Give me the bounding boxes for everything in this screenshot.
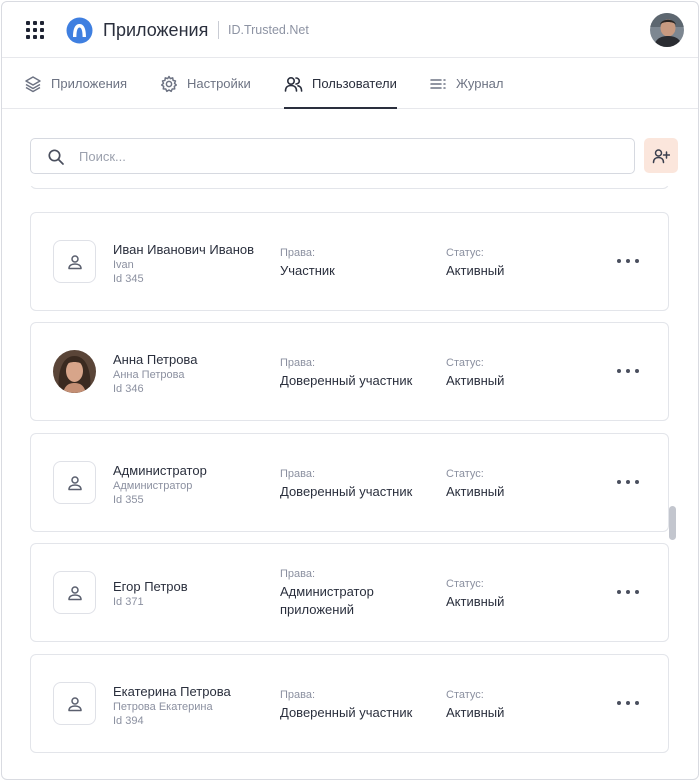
avatar: [53, 240, 96, 283]
rights-label: Права:: [280, 568, 316, 580]
current-user-avatar[interactable]: [650, 13, 684, 47]
person-icon: [67, 585, 82, 600]
status-value: Активный: [446, 373, 505, 388]
status-value: Активный: [446, 484, 505, 499]
status-label: Статус:: [446, 689, 484, 701]
user-card[interactable]: Екатерина Петрова Петрова Екатерина Id 3…: [30, 654, 669, 753]
rights-value: Доверенный участник: [280, 705, 413, 720]
user-card[interactable]: Егор Петров Id 371 Права: Администратор …: [30, 543, 669, 642]
tab-label: Настройки: [187, 76, 251, 91]
user-card[interactable]: Анна Петрова Анна Петрова Id 346 Права: …: [30, 322, 669, 421]
app-title: Приложения: [103, 20, 209, 40]
user-photo: [53, 350, 96, 393]
more-actions-button[interactable]: [617, 584, 639, 600]
status-value: Активный: [446, 594, 505, 609]
tab-settings[interactable]: Настройки: [160, 58, 251, 109]
user-id: Id 394: [113, 715, 144, 727]
user-name: Анна Петрова: [113, 352, 198, 367]
users-icon: [284, 76, 303, 92]
user-login: Администратор: [113, 480, 193, 492]
user-login: Петрова Екатерина: [113, 701, 213, 713]
user-name: Администратор: [113, 463, 207, 478]
app-subtitle: ID.Trusted.Net: [228, 23, 309, 37]
rights-value: Участник: [280, 263, 335, 278]
add-user-button[interactable]: [644, 138, 678, 173]
user-name: Иван Иванович Иванов: [113, 242, 255, 257]
user-name: Екатерина Петрова: [113, 684, 231, 699]
scrollbar-thumb[interactable]: [669, 506, 676, 540]
more-actions-button[interactable]: [617, 474, 639, 490]
rights-value: Администратор приложений: [280, 584, 374, 617]
more-actions-button[interactable]: [617, 363, 639, 379]
avatar: [53, 682, 96, 725]
avatar: [53, 350, 96, 393]
tab-journal[interactable]: Журнал: [429, 58, 503, 109]
list-icon: [430, 78, 446, 89]
person-icon: [67, 475, 82, 490]
rights-value: Доверенный участник: [280, 373, 413, 388]
person-icon: [67, 696, 82, 711]
user-id: Id 346: [113, 383, 144, 395]
user-id: Id 371: [113, 596, 144, 608]
status-label: Статус:: [446, 357, 484, 369]
more-actions-button[interactable]: [617, 695, 639, 711]
gear-icon: [160, 75, 178, 92]
tab-label: Пользователи: [312, 76, 397, 91]
apps-grid-icon[interactable]: [26, 21, 44, 39]
user-id: Id 345: [113, 273, 144, 285]
status-label: Статус:: [446, 578, 484, 590]
status-label: Статус:: [446, 247, 484, 259]
status-value: Активный: [446, 705, 505, 720]
add-user-icon: [652, 148, 670, 163]
rights-value: Доверенный участник: [280, 484, 413, 499]
avatar: [53, 571, 96, 614]
search-icon: [48, 149, 64, 165]
tab-users[interactable]: Пользователи: [284, 58, 397, 109]
logo-icon: [66, 17, 93, 44]
tab-label: Журнал: [456, 76, 504, 91]
user-name: Егор Петров: [113, 579, 188, 594]
avatar: [53, 461, 96, 504]
user-id: Id 355: [113, 494, 144, 506]
app-window: Приложения ID.Trusted.Net Приложения Нас…: [1, 1, 699, 780]
user-login: Ivan: [113, 259, 134, 271]
rights-label: Права:: [280, 357, 316, 369]
title-divider: [218, 21, 219, 39]
tab-label: Приложения: [51, 76, 128, 91]
user-card[interactable]: Администратор Администратор Id 355 Права…: [30, 433, 669, 532]
tab-bar: Приложения Настройки Пользователи Журнал: [2, 58, 698, 109]
more-actions-button[interactable]: [617, 253, 639, 269]
status-value: Активный: [446, 263, 505, 278]
user-list: Иван Иванович Иванов Ivan Id 345 Права: …: [2, 186, 698, 779]
rights-label: Права:: [280, 468, 316, 480]
rights-label: Права:: [280, 689, 316, 701]
user-card[interactable]: Иван Иванович Иванов Ivan Id 345 Права: …: [30, 212, 669, 311]
search-input[interactable]: [79, 139, 619, 173]
status-label: Статус:: [446, 468, 484, 480]
user-login: Анна Петрова: [113, 369, 185, 381]
person-icon: [67, 254, 82, 269]
layers-icon: [25, 75, 41, 92]
list-item: [30, 186, 669, 189]
search-box: [30, 138, 635, 174]
rights-label: Права:: [280, 247, 316, 259]
tab-applications[interactable]: Приложения: [24, 58, 127, 109]
top-bar: Приложения ID.Trusted.Net: [2, 2, 698, 58]
